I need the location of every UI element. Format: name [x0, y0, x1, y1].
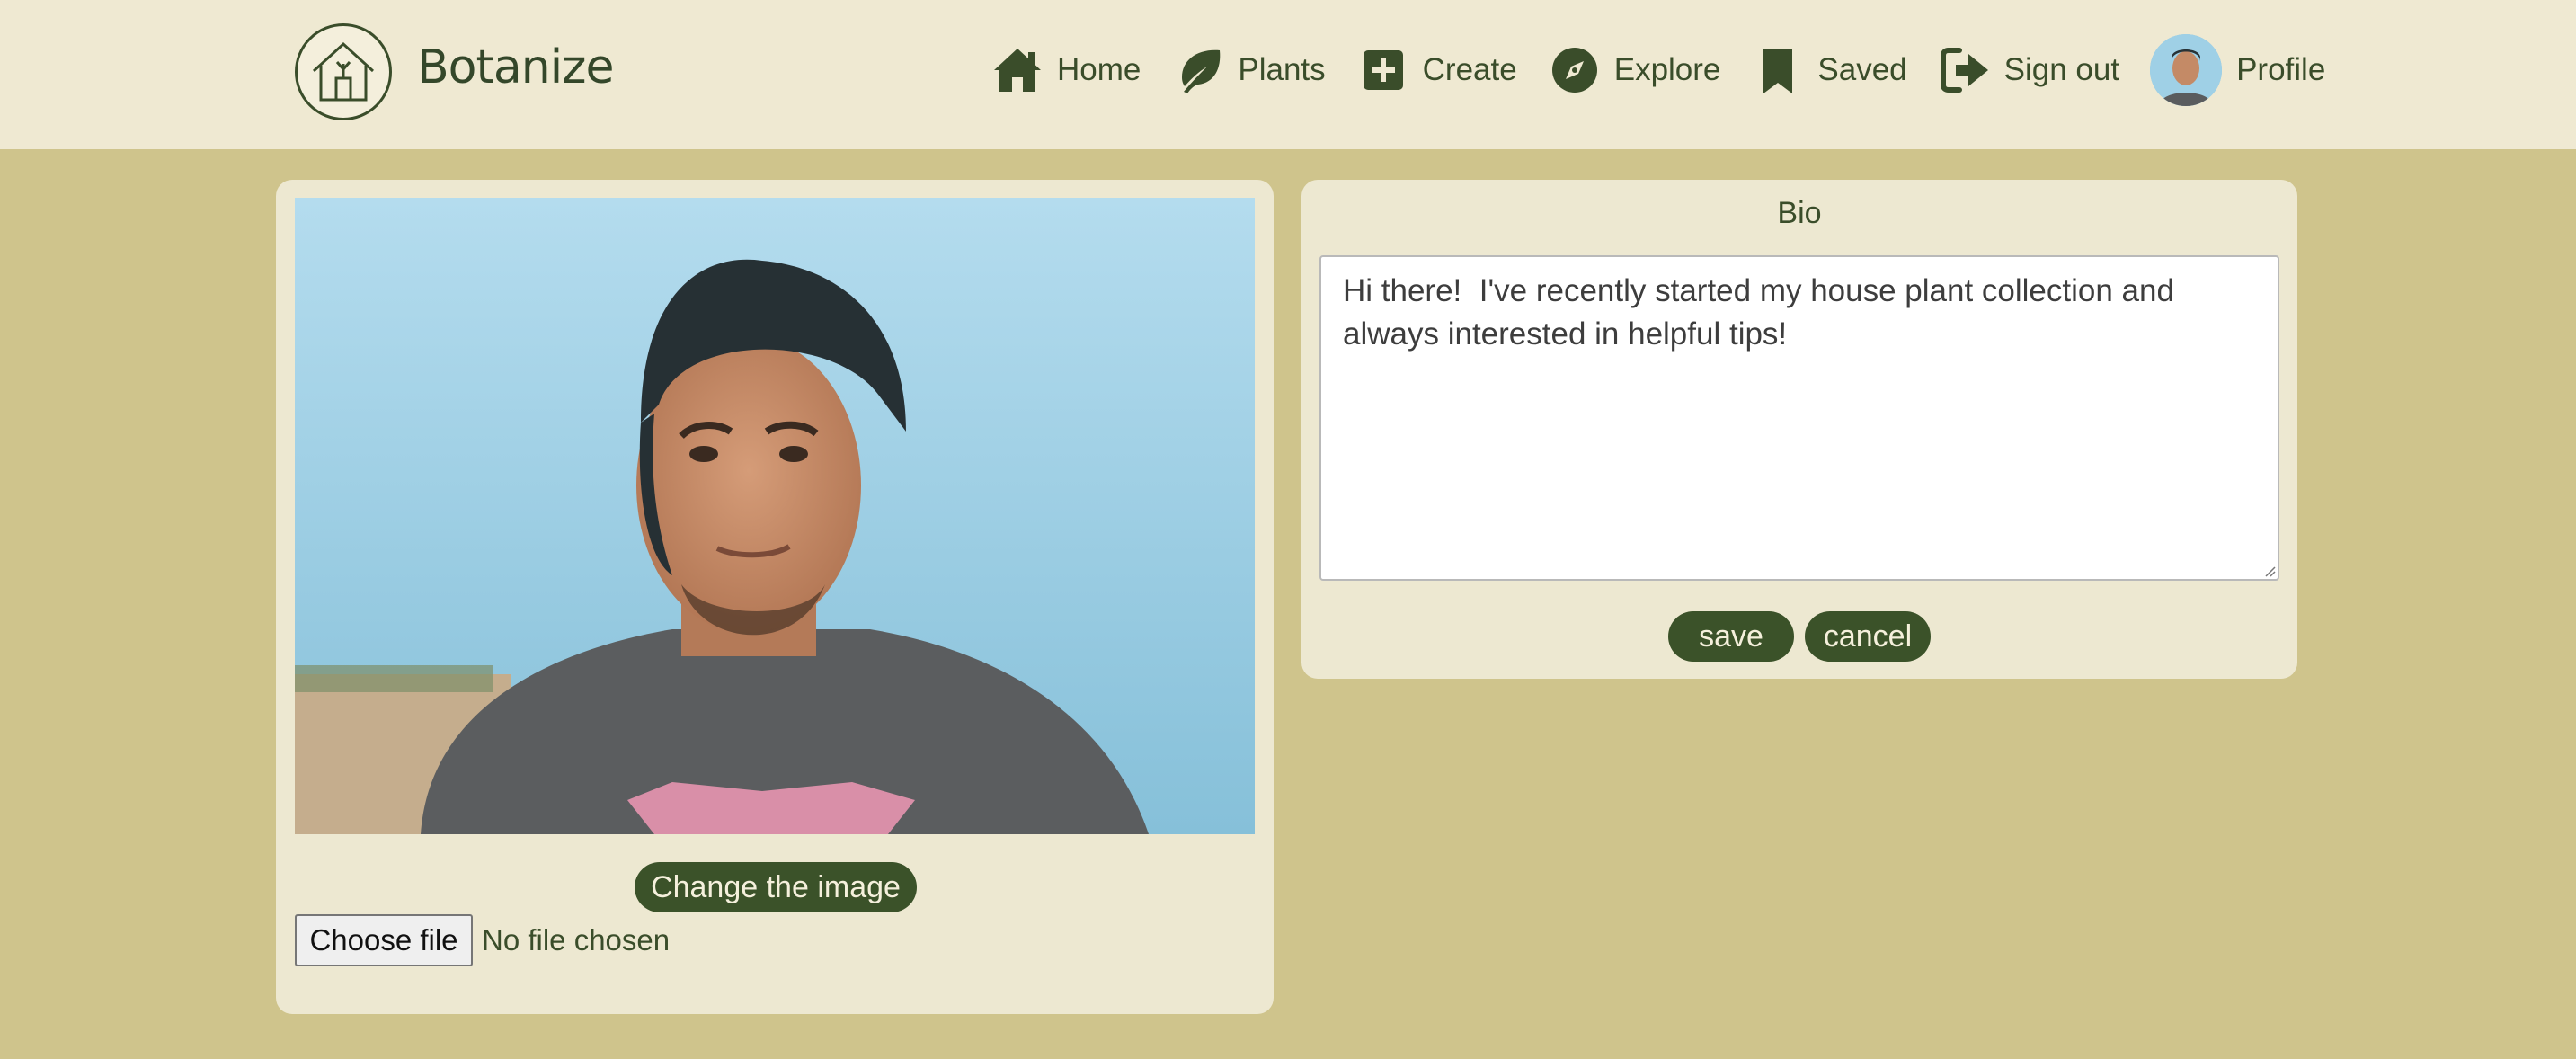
nav-label-sign-out: Sign out [2003, 52, 2120, 87]
nav-label-profile: Profile [2236, 52, 2326, 87]
nav-item-saved[interactable]: Saved [1751, 43, 1907, 97]
file-status-text: No file chosen [482, 923, 671, 957]
nav-item-home[interactable]: Home [990, 43, 1141, 97]
nav-label-home: Home [1057, 52, 1141, 87]
plus-square-icon [1356, 43, 1410, 97]
change-image-button[interactable]: Change the image [635, 862, 917, 912]
save-button[interactable]: save [1668, 611, 1794, 662]
top-navigation-bar: Botanize Home Plants Create Explore Save… [0, 0, 2576, 149]
nav-label-plants: Plants [1238, 52, 1326, 87]
profile-photo [295, 198, 1255, 834]
avatar [2150, 34, 2223, 106]
nav-item-create[interactable]: Create [1356, 43, 1517, 97]
leaf-icon [1171, 43, 1225, 97]
compass-icon [1548, 43, 1602, 97]
resize-grip-icon[interactable] [2261, 563, 2276, 577]
nav-item-plants[interactable]: Plants [1171, 43, 1326, 97]
main-nav: Home Plants Create Explore Saved Sign ou… [990, 34, 2325, 106]
nav-label-explore: Explore [1613, 52, 1721, 87]
nav-label-saved: Saved [1817, 52, 1907, 87]
bookmark-icon [1751, 43, 1805, 97]
sign-out-icon [1938, 43, 1992, 97]
bio-title: Bio [1777, 196, 1822, 230]
cancel-button[interactable]: cancel [1805, 611, 1931, 662]
choose-file-button[interactable]: Choose file [295, 914, 473, 966]
home-icon [990, 43, 1044, 97]
house-plant-logo-icon[interactable] [295, 23, 392, 120]
nav-item-profile[interactable]: Profile [2150, 34, 2325, 106]
nav-item-explore[interactable]: Explore [1548, 43, 1721, 97]
brand-name[interactable]: Botanize [417, 36, 614, 99]
bio-textarea[interactable]: Hi there! I've recently started my house… [1319, 255, 2279, 581]
nav-label-create: Create [1422, 52, 1517, 87]
nav-item-sign-out[interactable]: Sign out [1938, 43, 2119, 97]
